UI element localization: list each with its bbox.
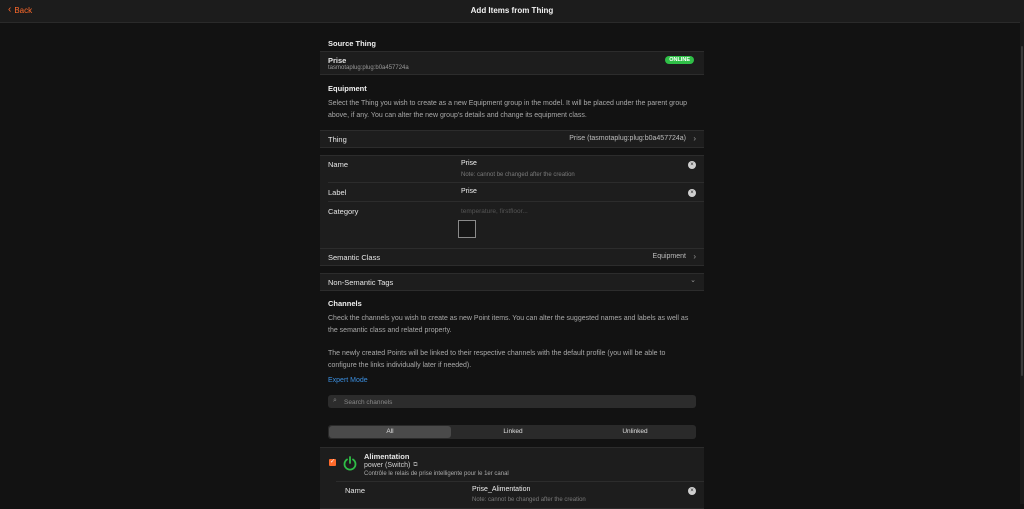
clear-name-icon[interactable]: × <box>688 161 696 169</box>
search-input[interactable] <box>342 396 686 408</box>
channel-title: Alimentation <box>364 452 410 461</box>
chevron-right-icon: › <box>693 134 696 143</box>
semantic-class-value: Equipment <box>652 253 686 260</box>
name-label: Name <box>328 160 349 169</box>
status-badge: ONLINE <box>665 56 694 64</box>
filter-linked[interactable]: Linked <box>452 425 574 439</box>
channel-type: power (Switch) <box>364 462 411 469</box>
copy-icon[interactable]: ⧉ <box>413 462 417 469</box>
channels-description: Check the channels you wish to create as… <box>328 315 689 334</box>
channels-heading: Channels <box>328 299 362 308</box>
channel-description: Contrôle le relais de prise intelligente… <box>364 471 509 477</box>
source-thing-uid: tasmotaplug:plug:b0a457724a <box>328 65 409 71</box>
page-title: Add Items from Thing <box>470 6 554 15</box>
channel-name-note: Note: cannot be changed after the creati… <box>472 497 586 503</box>
top-bar: ‹ Back Add Items from Thing <box>0 0 1024 23</box>
category-icon-preview <box>458 220 476 238</box>
semantic-class-label: Semantic Class <box>328 253 381 262</box>
clear-channel-name-icon[interactable]: × <box>688 487 696 495</box>
channel-name-label: Name <box>345 486 366 495</box>
name-input[interactable]: Prise <box>461 160 477 167</box>
chevron-right-icon: › <box>693 252 696 261</box>
category-input[interactable]: temperature, firstfloor... <box>461 208 528 215</box>
thing-value: Prise (tasmotaplug:plug:b0a457724a) <box>569 135 686 142</box>
channel-type-row: power (Switch) ⧉ <box>364 462 418 469</box>
source-thing-heading: Source Thing <box>328 39 376 48</box>
divider <box>328 182 704 183</box>
non-semantic-tags-label: Non-Semantic Tags <box>328 278 394 287</box>
divider <box>336 481 704 482</box>
search-icon: ⌕ <box>333 397 337 404</box>
thing-label: Thing <box>328 135 347 144</box>
scrollbar-thumb[interactable] <box>1021 46 1023 376</box>
label-input[interactable]: Prise <box>461 188 477 195</box>
clear-label-icon[interactable]: × <box>688 189 696 197</box>
thing-row[interactable]: Thing Prise (tasmotaplug:plug:b0a457724a… <box>320 130 704 148</box>
channel-item: ✓ Alimentation power (Switch) ⧉ Contrôle… <box>320 447 704 509</box>
channel-name-input[interactable]: Prise_Alimentation <box>472 486 530 493</box>
source-thing-name: Prise <box>328 56 347 65</box>
expert-mode-link[interactable]: Expert Mode <box>328 377 368 384</box>
name-note: Note: cannot be changed after the creati… <box>461 172 575 178</box>
channel-checkbox[interactable]: ✓ <box>329 459 336 466</box>
search-bar[interactable]: ⌕ <box>328 395 696 408</box>
category-label: Category <box>328 207 359 216</box>
channels-description-links: The newly created Points will be linked … <box>328 350 666 369</box>
source-thing-row: Prise tasmotaplug:plug:b0a457724a ONLINE <box>320 51 704 75</box>
equipment-description: Select the Thing you wish to create as a… <box>328 100 688 119</box>
semantic-class-row[interactable]: Semantic Class Equipment › <box>320 248 704 266</box>
channel-filter[interactable]: All Linked Unlinked <box>328 425 696 439</box>
filter-all[interactable]: All <box>329 426 451 438</box>
equipment-heading: Equipment <box>328 84 367 93</box>
filter-unlinked[interactable]: Unlinked <box>574 425 696 439</box>
label-label: Label <box>328 188 347 197</box>
scrollbar[interactable] <box>1020 22 1024 504</box>
chevron-down-icon: ⌄ <box>690 277 696 284</box>
power-icon <box>343 456 357 471</box>
divider <box>328 201 704 202</box>
non-semantic-tags-row[interactable]: Non-Semantic Tags ⌄ <box>320 273 704 291</box>
